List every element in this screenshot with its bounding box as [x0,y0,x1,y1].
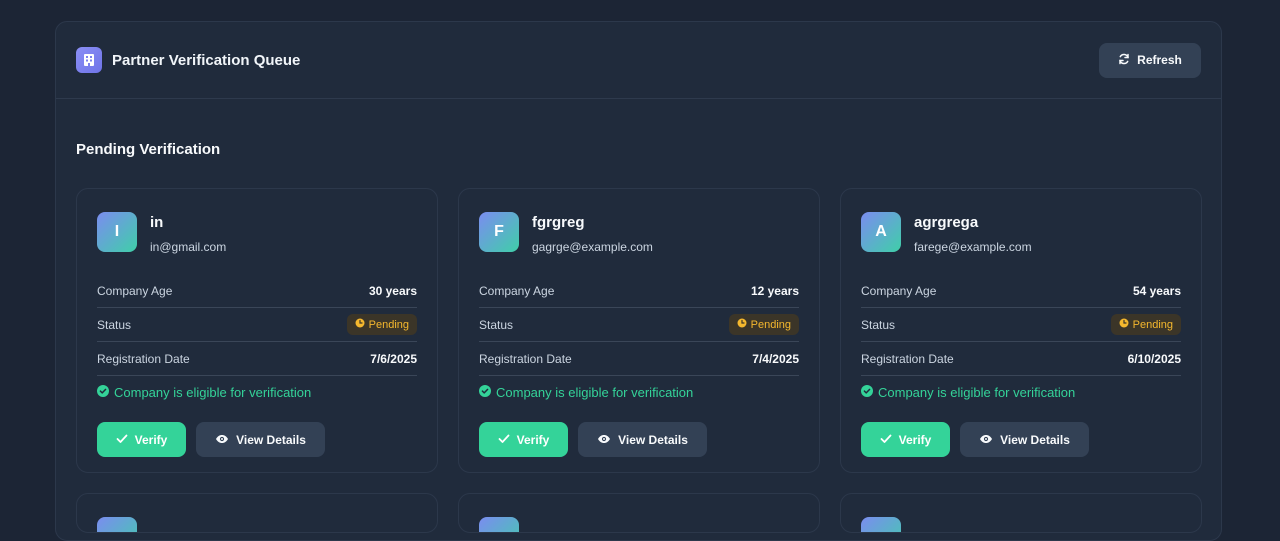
status-label: Status [479,317,514,332]
verify-button[interactable]: Verify [97,422,186,457]
building-icon [76,47,102,73]
company-age-value: 12 years [750,283,799,298]
card-header: I in in@gmail.com [97,212,417,254]
verify-label: Verify [898,432,932,447]
section-title: Pending Verification [76,141,221,158]
verify-button[interactable]: Verify [479,422,568,457]
partner-email: farege@example.com [914,240,1032,254]
eligibility-note: Company is eligible for verification [97,385,417,400]
partner-name: in [150,214,164,231]
clock-icon [737,318,747,331]
verification-panel: Partner Verification Queue Refresh Pendi… [55,21,1222,541]
eye-icon [597,433,611,447]
registration-date-row: Registration Date 7/4/2025 [479,342,799,376]
avatar [861,517,901,532]
partner-card-partial [76,493,438,533]
check-icon [880,433,892,447]
company-age-row: Company Age 12 years [479,274,799,308]
company-age-label: Company Age [97,283,173,298]
company-age-value: 30 years [368,283,417,298]
view-details-button[interactable]: View Details [960,422,1089,457]
partner-name: fgrgreg [532,214,585,231]
card-header: F fgrgreg gagrge@example.com [479,212,799,254]
status-row: Status Pending [97,308,417,342]
registration-date-label: Registration Date [861,351,954,366]
avatar: A [861,212,901,252]
registration-date-value: 7/6/2025 [370,351,417,366]
verify-label: Verify [134,432,168,447]
partner-email: gagrge@example.com [532,240,653,254]
check-icon [498,433,510,447]
eligibility-note: Company is eligible for verification [479,385,799,400]
partner-card: F fgrgreg gagrge@example.com Company Age… [458,188,820,473]
eligibility-note: Company is eligible for verification [861,385,1181,400]
status-label: Status [861,317,896,332]
verify-button[interactable]: Verify [861,422,950,457]
company-age-value: 54 years [1132,283,1181,298]
registration-date-value: 7/4/2025 [752,351,799,366]
eligibility-text: Company is eligible for verification [496,385,694,400]
status-label: Status [97,317,132,332]
company-age-row: Company Age 30 years [97,274,417,308]
view-details-label: View Details [236,432,306,447]
status-text: Pending [1132,318,1173,331]
title-wrap: Partner Verification Queue [76,47,300,73]
status-text: Pending [750,318,791,331]
avatar [479,517,519,532]
card-actions: Verify View Details [479,422,799,457]
verify-label: Verify [516,432,550,447]
partner-card: I in in@gmail.com Company Age 30 years S… [76,188,438,473]
eye-icon [979,433,993,447]
company-age-label: Company Age [861,283,937,298]
page-title: Partner Verification Queue [112,51,301,69]
registration-date-value: 6/10/2025 [1127,351,1181,366]
check-circle-icon [861,385,873,400]
check-circle-icon [479,385,491,400]
registration-date-label: Registration Date [479,351,572,366]
avatar: I [97,212,137,252]
card-header: A agrgrega farege@example.com [861,212,1181,254]
refresh-icon [1118,53,1130,68]
company-age-row: Company Age 54 years [861,274,1181,308]
refresh-label: Refresh [1137,53,1182,67]
partner-card: A agrgrega farege@example.com Company Ag… [840,188,1202,473]
status-text: Pending [368,318,409,331]
clock-icon [355,318,365,331]
status-badge: Pending [1110,314,1181,335]
view-details-button[interactable]: View Details [578,422,707,457]
status-row: Status Pending [479,308,799,342]
clock-icon [1119,318,1129,331]
avatar: F [479,212,519,252]
status-badge: Pending [346,314,417,335]
partner-email: in@gmail.com [150,240,227,254]
status-badge: Pending [728,314,799,335]
registration-date-label: Registration Date [97,351,190,366]
view-details-label: View Details [1000,432,1070,447]
eligibility-text: Company is eligible for verification [878,385,1076,400]
card-actions: Verify View Details [97,422,417,457]
partner-card-partial [458,493,820,533]
registration-date-row: Registration Date 7/6/2025 [97,342,417,376]
status-row: Status Pending [861,308,1181,342]
check-icon [116,433,128,447]
avatar [97,517,137,532]
refresh-button[interactable]: Refresh [1099,42,1201,78]
panel-header: Partner Verification Queue Refresh [56,22,1221,99]
view-details-button[interactable]: View Details [196,422,325,457]
view-details-label: View Details [618,432,688,447]
partner-name: agrgrega [914,214,979,231]
company-age-label: Company Age [479,283,555,298]
eye-icon [215,433,229,447]
registration-date-row: Registration Date 6/10/2025 [861,342,1181,376]
eligibility-text: Company is eligible for verification [114,385,312,400]
partner-card-partial [840,493,1202,533]
card-actions: Verify View Details [861,422,1181,457]
partner-card-grid: I in in@gmail.com Company Age 30 years S… [76,188,1202,533]
check-circle-icon [97,385,109,400]
